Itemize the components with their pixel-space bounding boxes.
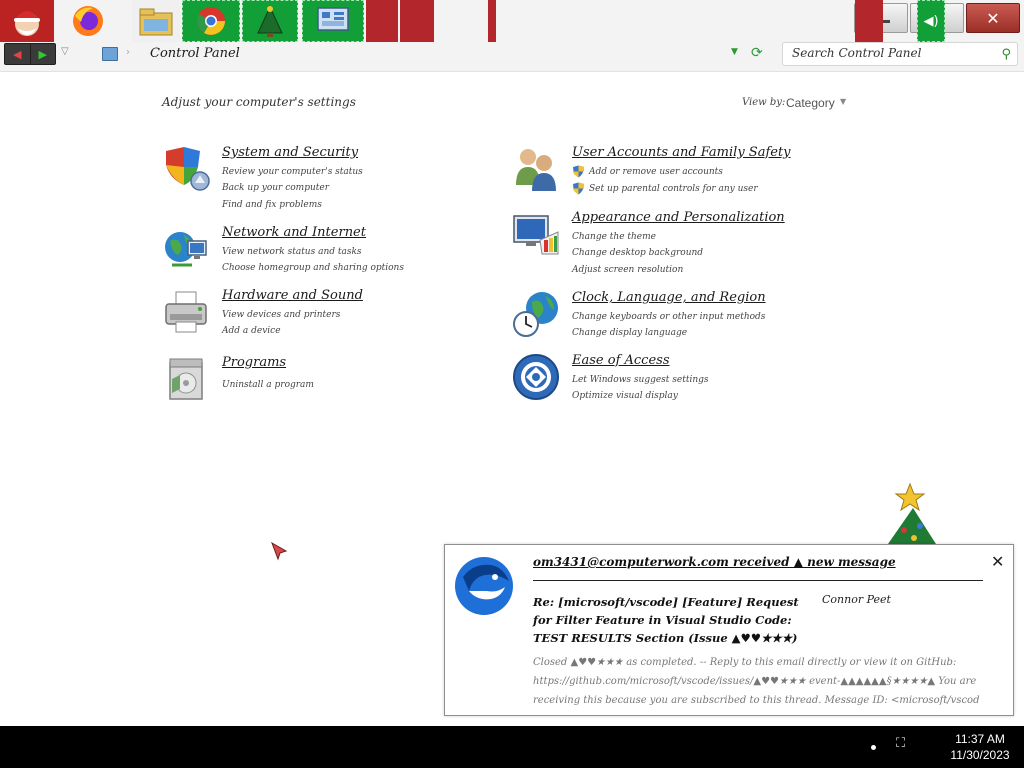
address-dropdown-icon[interactable]: ▼ <box>731 47 738 57</box>
category-link[interactable]: Change the theme <box>572 232 656 242</box>
forward-button[interactable]: ▶ <box>31 44 56 64</box>
breadcrumb-separator-icon[interactable]: › <box>126 47 130 58</box>
printer-icon[interactable] <box>162 288 210 336</box>
monitor-palette-icon[interactable] <box>512 210 560 258</box>
category-system-security: System and Security Review your computer… <box>162 145 462 215</box>
category-appearance: Appearance and Personalization Change th… <box>512 210 842 280</box>
navigation-buttons: ◀ ▶ <box>4 43 56 65</box>
notification-close-icon[interactable]: ✕ <box>991 552 1004 571</box>
programs-icon[interactable] <box>162 355 210 403</box>
category-network-internet: Network and Internet View network status… <box>162 225 462 277</box>
close-icon: ✕ <box>986 8 1000 28</box>
category-link[interactable]: Uninstall a program <box>222 380 314 390</box>
category-title[interactable]: Hardware and Sound <box>222 288 363 303</box>
taskbar-firefox[interactable] <box>66 0 110 42</box>
taskbar-item[interactable] <box>488 0 496 42</box>
clock-date: 11/30/2023 <box>950 748 1010 762</box>
category-link[interactable]: View devices and printers <box>222 310 340 320</box>
taskbar-item[interactable] <box>366 0 398 42</box>
category-programs: Programs Uninstall a program <box>162 355 462 403</box>
santa-start-icon <box>14 11 40 36</box>
search-input[interactable]: Search Control Panel ⚲ <box>782 42 1018 66</box>
category-link[interactable]: View network status and tasks <box>222 247 362 257</box>
uac-shield-icon <box>573 165 584 178</box>
breadcrumb-control-panel[interactable]: Control Panel <box>150 46 240 61</box>
category-link[interactable]: Back up your computer <box>222 183 329 193</box>
shield-icon[interactable] <box>162 145 210 193</box>
recent-pages-dropdown-icon[interactable]: ▽ <box>61 46 69 57</box>
volume-button[interactable]: ◀) <box>917 0 945 42</box>
category-clock-language-region: Clock, Language, and Region Change keybo… <box>512 290 842 342</box>
control-panel-icon <box>317 7 349 31</box>
notification-divider <box>533 580 983 581</box>
search-placeholder: Search Control Panel <box>792 46 922 60</box>
tray-indicator-icon <box>871 745 876 750</box>
christmas-tree-icon <box>888 482 936 544</box>
category-link[interactable]: Adjust screen resolution <box>572 265 683 275</box>
taskbar-item[interactable] <box>400 0 434 42</box>
category-link[interactable]: Add or remove user accounts <box>589 167 723 177</box>
search-icon[interactable]: ⚲ <box>1001 47 1011 62</box>
category-link[interactable]: Set up parental controls for any user <box>589 184 758 194</box>
category-title[interactable]: System and Security <box>222 145 358 160</box>
category-ease-of-access: Ease of Access Let Windows suggest setti… <box>512 353 842 405</box>
category-title[interactable]: Appearance and Personalization <box>572 210 785 225</box>
category-user-accounts: User Accounts and Family Safety Add or r… <box>512 145 842 200</box>
category-link[interactable]: Add a device <box>222 326 281 336</box>
start-button[interactable] <box>0 0 54 42</box>
category-hardware-sound: Hardware and Sound View devices and prin… <box>162 288 462 340</box>
uac-shield-icon <box>573 182 584 195</box>
notification-body: Closed ▲♥♥★★★ as completed. -- Reply to … <box>533 657 980 706</box>
christmas-tree-icon <box>257 5 283 37</box>
category-title[interactable]: User Accounts and Family Safety <box>572 145 791 160</box>
view-by-label: View by: <box>742 97 786 108</box>
thunderbird-icon <box>455 557 513 615</box>
taskbar-file-explorer[interactable] <box>132 0 180 42</box>
volume-icon: ◀) <box>923 13 939 29</box>
taskbar-christmas-app[interactable] <box>242 0 298 42</box>
category-link[interactable]: Change desktop background <box>572 248 703 258</box>
clock-globe-icon[interactable] <box>512 290 560 338</box>
refresh-icon[interactable]: ⟳ <box>751 45 763 61</box>
category-link[interactable]: Find and fix problems <box>222 200 322 210</box>
category-link[interactable]: Choose homegroup and sharing options <box>222 263 404 273</box>
taskbar-clock[interactable]: 11:37 AM 11/30/2023 <box>947 727 1013 767</box>
back-arrow-icon: ◀ <box>13 47 22 61</box>
firefox-icon <box>73 6 103 36</box>
page-heading: Adjust your computer's settings <box>162 95 356 109</box>
notification-subject[interactable]: Re: [microsoft/vscode] [Feature] Request… <box>533 593 818 647</box>
new-mail-notification[interactable]: ✕ om3431@computerwork.com received ▲ new… <box>444 544 1014 716</box>
chrome-icon <box>197 7 225 35</box>
category-title[interactable]: Clock, Language, and Region <box>572 290 766 305</box>
category-title[interactable]: Network and Internet <box>222 225 366 240</box>
users-icon[interactable] <box>512 145 560 193</box>
control-panel-icon <box>102 47 118 61</box>
close-button[interactable]: ✕ <box>966 3 1020 33</box>
ease-of-access-icon[interactable] <box>512 353 560 401</box>
category-link[interactable]: Change display language <box>572 328 687 338</box>
mouse-cursor-icon <box>271 541 288 561</box>
view-by-chevron-icon[interactable]: ▼ <box>840 97 846 106</box>
show-hidden-icons-button[interactable] <box>855 0 883 42</box>
taskbar-control-panel[interactable] <box>302 0 364 42</box>
globe-network-icon[interactable] <box>162 225 210 273</box>
category-link[interactable]: Optimize visual display <box>572 391 678 401</box>
network-icon[interactable]: ⛶ <box>896 736 905 751</box>
category-link[interactable]: Change keyboards or other input methods <box>572 312 765 322</box>
category-link[interactable]: Review your computer's status <box>222 167 363 177</box>
taskbar-chrome[interactable] <box>182 0 240 42</box>
category-title[interactable]: Programs <box>222 355 286 370</box>
back-button[interactable]: ◀ <box>5 44 31 64</box>
clock-time: 11:37 AM <box>955 732 1005 746</box>
folder-icon <box>139 8 173 36</box>
notification-title: om3431@computerwork.com received ▲ new m… <box>533 555 896 569</box>
forward-arrow-icon: ▶ <box>38 47 47 61</box>
category-link[interactable]: Let Windows suggest settings <box>572 375 709 385</box>
category-title[interactable]: Ease of Access <box>572 353 670 368</box>
notification-sender: Connor Peet <box>822 593 891 606</box>
view-by-dropdown[interactable]: Category <box>786 96 835 110</box>
